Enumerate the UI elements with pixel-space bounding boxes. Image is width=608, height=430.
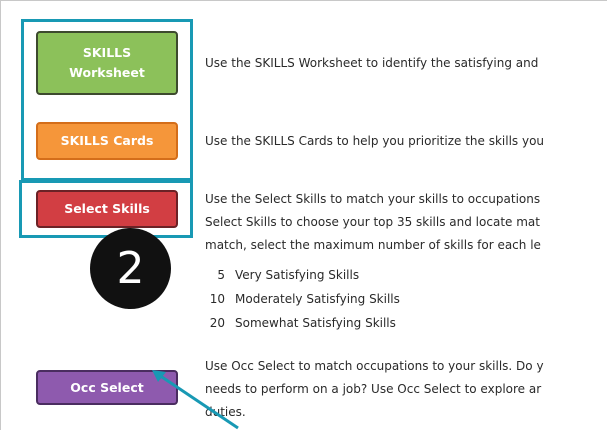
- highlight-box-select-skills: [19, 180, 193, 238]
- select-description-line2: Select Skills to choose your top 35 skil…: [205, 215, 540, 229]
- skill-count: 5: [217, 268, 225, 282]
- pointer-arrow-icon: [152, 370, 239, 430]
- skill-level-list: 5 Very Satisfying Skills 10 Moderately S…: [205, 263, 400, 335]
- step-badge: 2: [90, 228, 171, 309]
- skill-level-label: Moderately Satisfying Skills: [235, 292, 400, 306]
- cards-description: Use the SKILLS Cards to help you priorit…: [205, 134, 545, 148]
- skill-count: 20: [209, 316, 225, 330]
- skill-count: 10: [209, 292, 225, 306]
- select-description-line3: match, select the maximum number of skil…: [205, 238, 541, 252]
- skill-level-label: Very Satisfying Skills: [235, 268, 360, 282]
- worksheet-description: Use the SKILLS Worksheet to identify the…: [205, 56, 539, 70]
- list-item: 20 Somewhat Satisfying Skills: [205, 311, 400, 335]
- select-description-line1: Use the Select Skills to match your skil…: [205, 192, 541, 206]
- highlight-box-top: [21, 19, 193, 181]
- skill-level-label: Somewhat Satisfying Skills: [235, 316, 396, 330]
- occ-select-label: Occ Select: [70, 379, 144, 395]
- list-item: 5 Very Satisfying Skills: [205, 263, 400, 287]
- list-item: 10 Moderately Satisfying Skills: [205, 287, 400, 311]
